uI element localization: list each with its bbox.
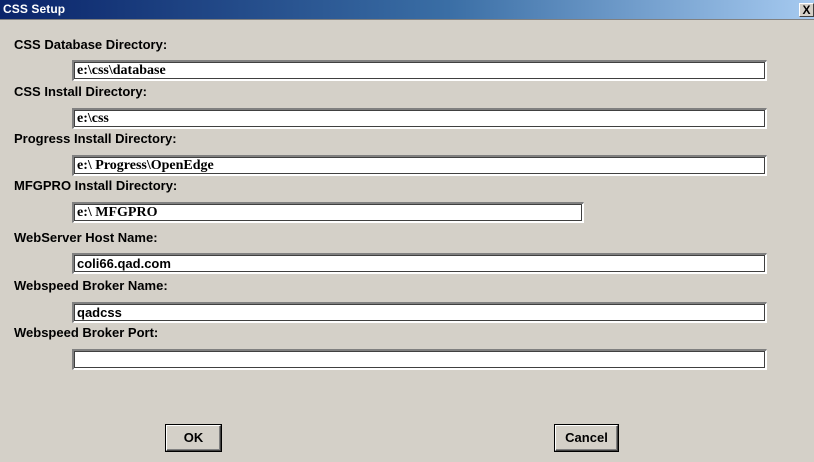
- css-setup-dialog: CSS Setup X CSS Database Directory: e:\c…: [0, 0, 814, 462]
- progress-install-directory-label: Progress Install Directory:: [14, 131, 177, 146]
- webspeed-broker-name-label: Webspeed Broker Name:: [14, 278, 168, 293]
- webspeed-broker-name-field[interactable]: qadcss: [72, 302, 767, 323]
- webserver-host-name-field[interactable]: coli66.qad.com: [72, 253, 767, 274]
- css-database-directory-label: CSS Database Directory:: [14, 37, 168, 52]
- mfgpro-install-directory-label: MFGPRO Install Directory:: [14, 178, 178, 193]
- progress-install-directory-field[interactable]: e:\ Progress\OpenEdge: [72, 155, 767, 176]
- title-bar[interactable]: CSS Setup X: [0, 0, 814, 20]
- ok-button[interactable]: OK: [165, 424, 222, 452]
- webserver-host-name-label: WebServer Host Name:: [14, 230, 158, 245]
- mfgpro-install-directory-field[interactable]: e:\ MFGPRO: [72, 202, 584, 223]
- css-database-directory-field[interactable]: e:\css\database: [72, 60, 767, 81]
- webspeed-broker-port-label: Webspeed Broker Port:: [14, 325, 159, 340]
- close-icon: X: [802, 3, 811, 17]
- close-button[interactable]: X: [799, 3, 814, 17]
- cancel-button[interactable]: Cancel: [554, 424, 619, 452]
- webspeed-broker-port-field[interactable]: [72, 349, 767, 370]
- css-install-directory-field[interactable]: e:\css: [72, 108, 767, 129]
- window-title: CSS Setup: [3, 2, 66, 16]
- css-install-directory-label: CSS Install Directory:: [14, 84, 147, 99]
